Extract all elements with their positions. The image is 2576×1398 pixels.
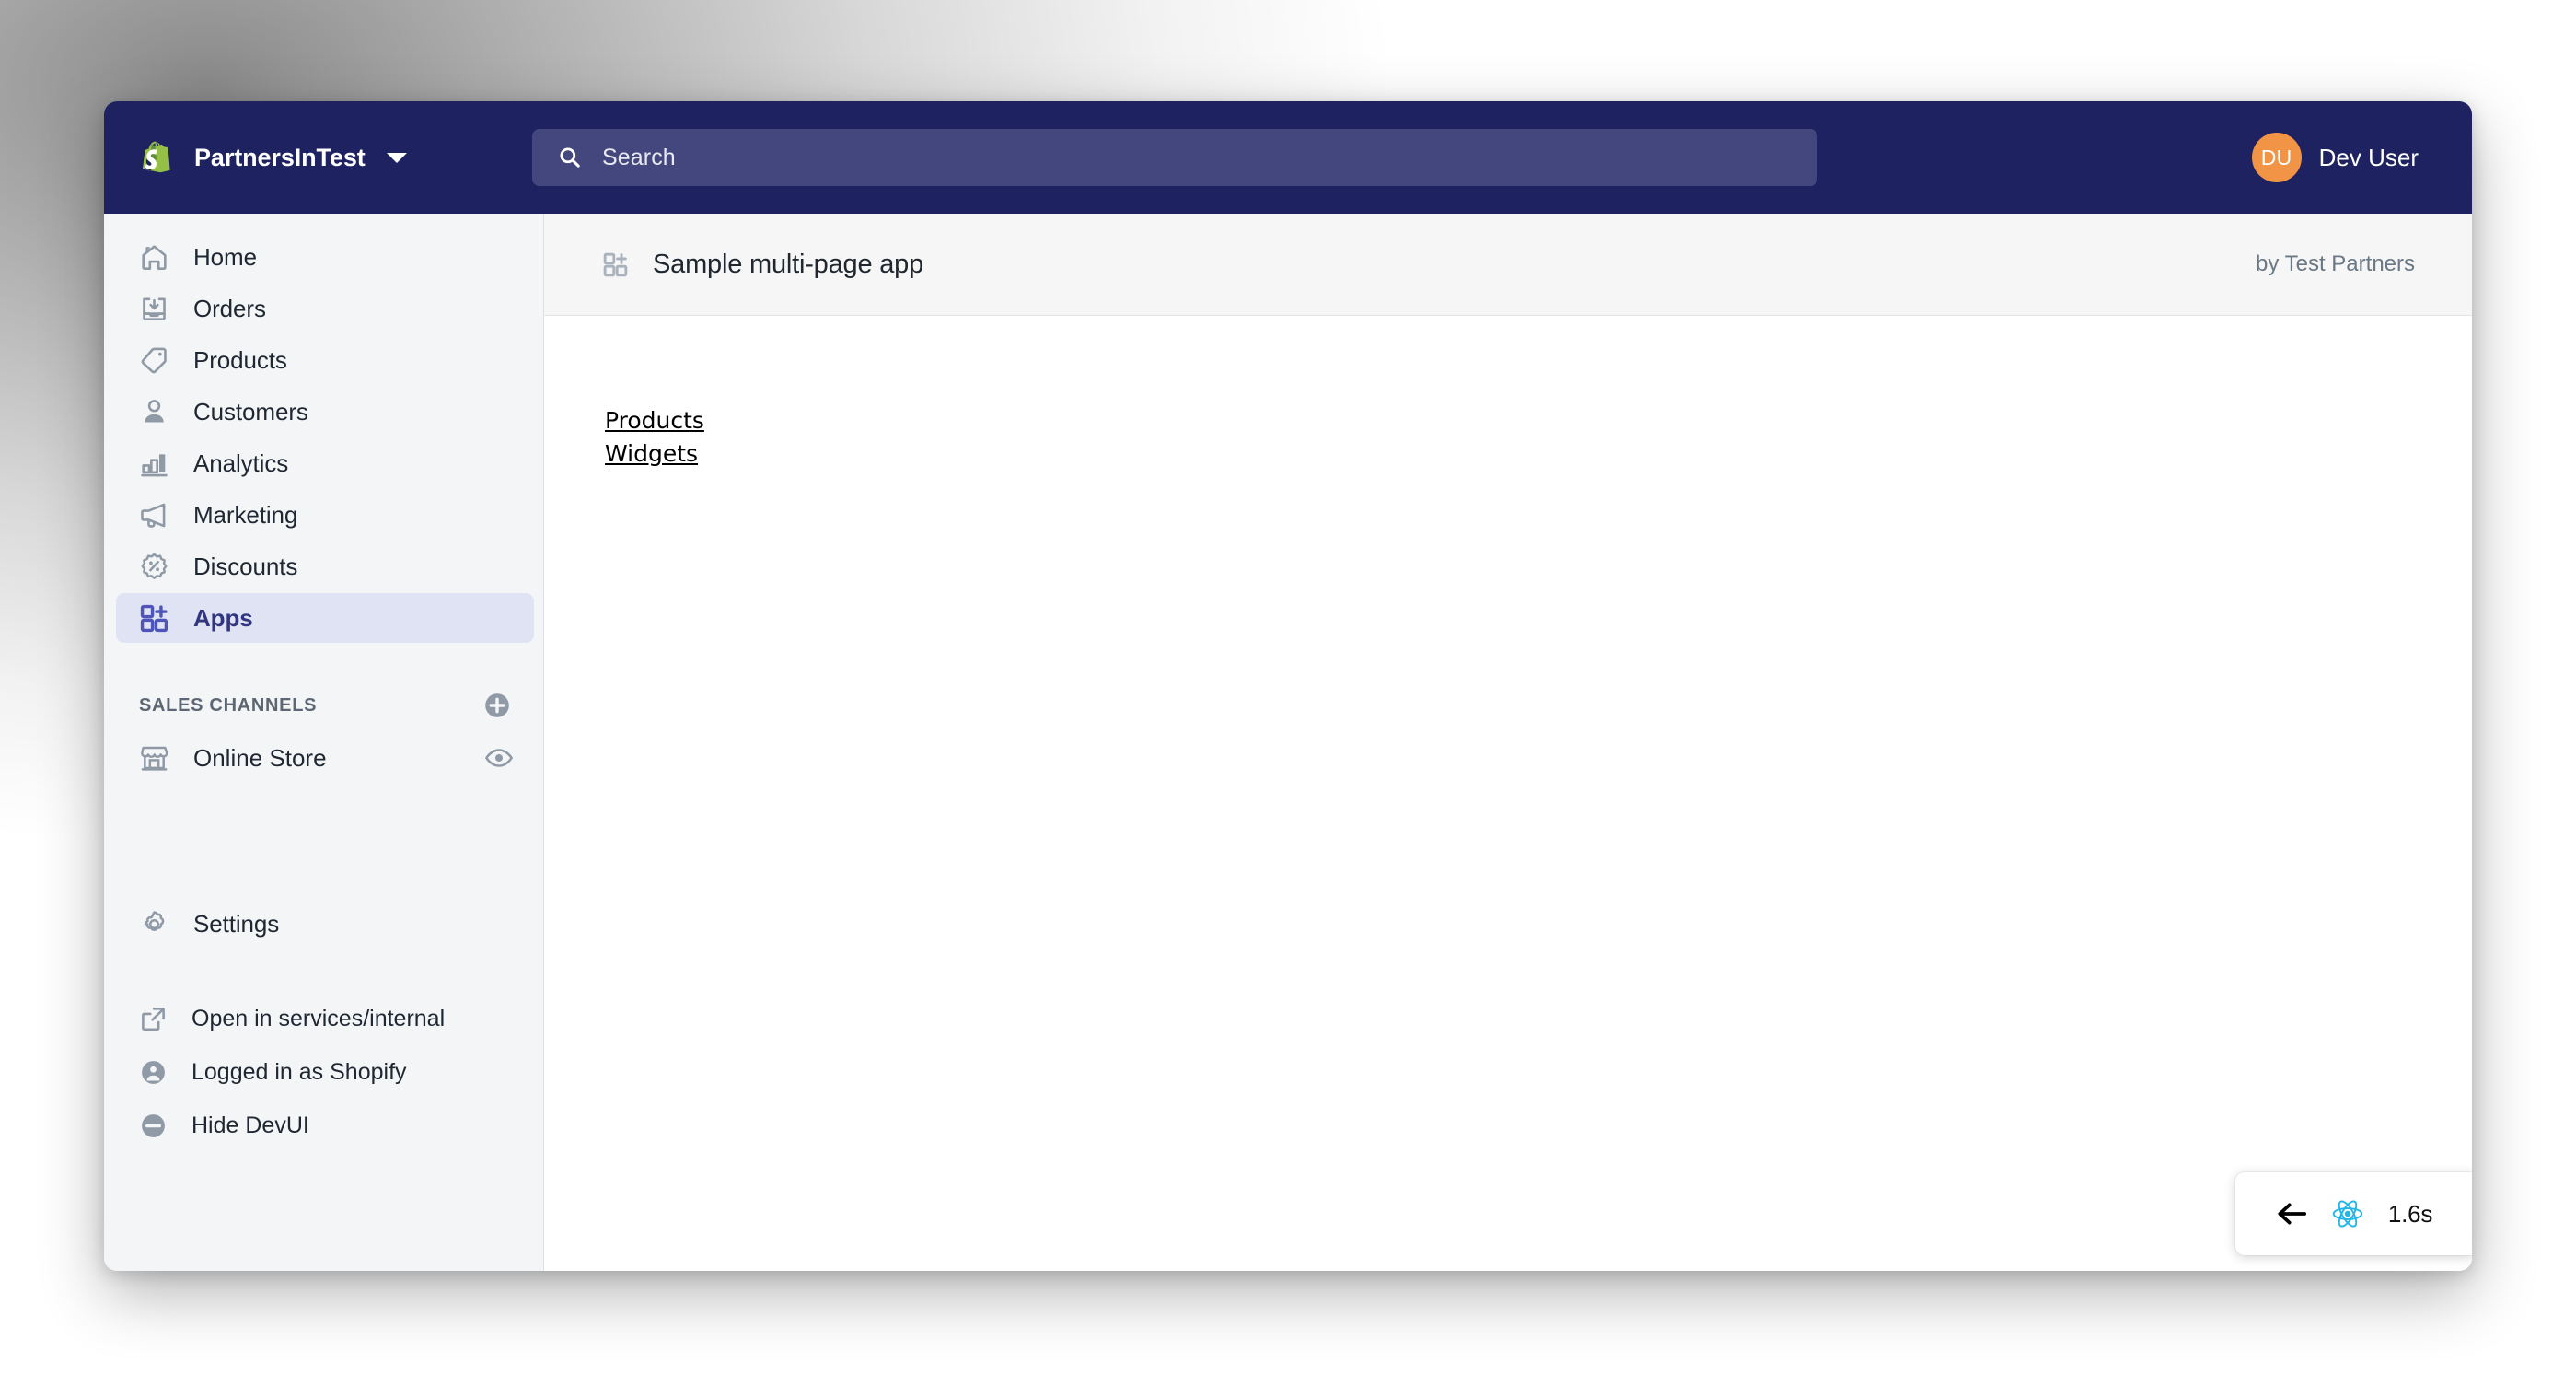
settings-section: Settings — [104, 899, 543, 949]
chevron-down-icon — [386, 152, 407, 163]
account-circle-icon — [142, 1060, 165, 1084]
sidebar-item-apps[interactable]: Apps — [116, 593, 534, 643]
search-area: Search — [532, 129, 1817, 186]
shopify-bag-logo — [142, 141, 170, 173]
sidebar-item-label: Marketing — [193, 500, 298, 529]
avatar: DU — [2251, 133, 2302, 182]
sidebar-item-label: Analytics — [193, 449, 289, 477]
sidebar-item-settings[interactable]: Settings — [116, 899, 534, 949]
sidebar-item-customers[interactable]: Customers — [116, 387, 534, 437]
browser-window: PartnersInTest Search DU Dev User Home O… — [104, 101, 2472, 1271]
top-navigation-bar: PartnersInTest Search DU Dev User — [104, 101, 2472, 214]
react-logo-icon — [2332, 1200, 2363, 1228]
devui-item-label: Hide DevUI — [191, 1112, 309, 1138]
search-icon — [560, 147, 580, 168]
app-link-widgets[interactable]: Widgets — [605, 437, 698, 471]
sidebar-item-label: Orders — [193, 294, 266, 322]
sidebar-item-label: Customers — [193, 397, 308, 425]
search-placeholder-text: Search — [602, 144, 676, 170]
home-icon — [142, 244, 167, 270]
sidebar-item-orders[interactable]: Orders — [116, 284, 534, 333]
app-header-bar: Sample multi-page app by Test Partners — [544, 214, 2472, 316]
store-name-label: PartnersInTest — [194, 143, 366, 171]
app-link-list: Products Widgets — [605, 404, 2472, 471]
app-byline: by Test Partners — [2256, 251, 2415, 276]
sidebar-item-home[interactable]: Home — [116, 232, 534, 282]
analytics-bars-icon — [141, 453, 168, 476]
sidebar-item-label: Discounts — [193, 552, 298, 580]
gear-icon — [144, 910, 165, 931]
page-title: Sample multi-page app — [653, 249, 924, 279]
apps-grid-plus-icon — [603, 252, 628, 276]
devui-open-in-services[interactable]: Open in services/internal — [116, 995, 534, 1043]
window-body: Home Orders Products Customers Analytics… — [104, 214, 2472, 1271]
devui-section: Open in services/internal Logged in as S… — [104, 995, 543, 1149]
sidebar-item-analytics[interactable]: Analytics — [116, 438, 534, 488]
devui-logged-in-as[interactable]: Logged in as Shopify — [116, 1048, 534, 1096]
customers-icon — [145, 399, 164, 422]
sidebar-item-marketing[interactable]: Marketing — [116, 490, 534, 540]
user-name-label: Dev User — [2318, 143, 2419, 171]
arrow-left-icon[interactable] — [2276, 1202, 2307, 1226]
app-header-left: Sample multi-page app — [602, 250, 923, 280]
main-content: Sample multi-page app by Test Partners P… — [544, 214, 2472, 1271]
sidebar-item-label: Online Store — [193, 743, 327, 772]
store-switcher[interactable]: PartnersInTest — [104, 101, 532, 214]
sidebar-item-discounts[interactable]: Discounts — [116, 542, 534, 591]
products-tag-icon — [141, 347, 167, 373]
devui-hide-button[interactable]: Hide DevUI — [116, 1101, 534, 1149]
app-embedded-frame: Products Widgets 1.6s — [544, 316, 2472, 1271]
sidebar-item-label: Settings — [193, 909, 280, 938]
sidebar-item-online-store[interactable]: Online Store — [116, 733, 534, 783]
sidebar-item-label: Products — [193, 345, 287, 374]
search-input[interactable]: Search — [532, 129, 1817, 186]
app-link-products[interactable]: Products — [605, 404, 704, 437]
sales-channels-title: SALES CHANNELS — [139, 694, 318, 716]
user-menu[interactable]: DU Dev User — [1817, 101, 2472, 214]
apps-grid-plus-icon — [140, 604, 168, 632]
sidebar-item-products[interactable]: Products — [116, 335, 534, 385]
external-link-icon — [142, 1007, 165, 1031]
eye-view-icon[interactable] — [484, 743, 514, 773]
marketing-megaphone-icon — [141, 503, 166, 528]
sales-channels-header: SALES CHANNELS — [139, 687, 512, 724]
sidebar: Home Orders Products Customers Analytics… — [104, 214, 544, 1271]
orders-icon — [143, 297, 166, 320]
react-render-time: 1.6s — [2387, 1199, 2433, 1228]
sidebar-item-label: Home — [193, 242, 257, 271]
sidebar-item-label: Apps — [193, 603, 253, 632]
storefront-icon — [141, 746, 168, 771]
minus-circle-icon — [142, 1113, 165, 1137]
react-performance-widget[interactable]: 1.6s — [2235, 1172, 2472, 1255]
devui-item-label: Open in services/internal — [191, 1005, 446, 1031]
plus-circle-icon[interactable] — [482, 691, 512, 720]
devui-item-label: Logged in as Shopify — [191, 1058, 407, 1085]
discounts-percent-icon — [141, 553, 168, 579]
